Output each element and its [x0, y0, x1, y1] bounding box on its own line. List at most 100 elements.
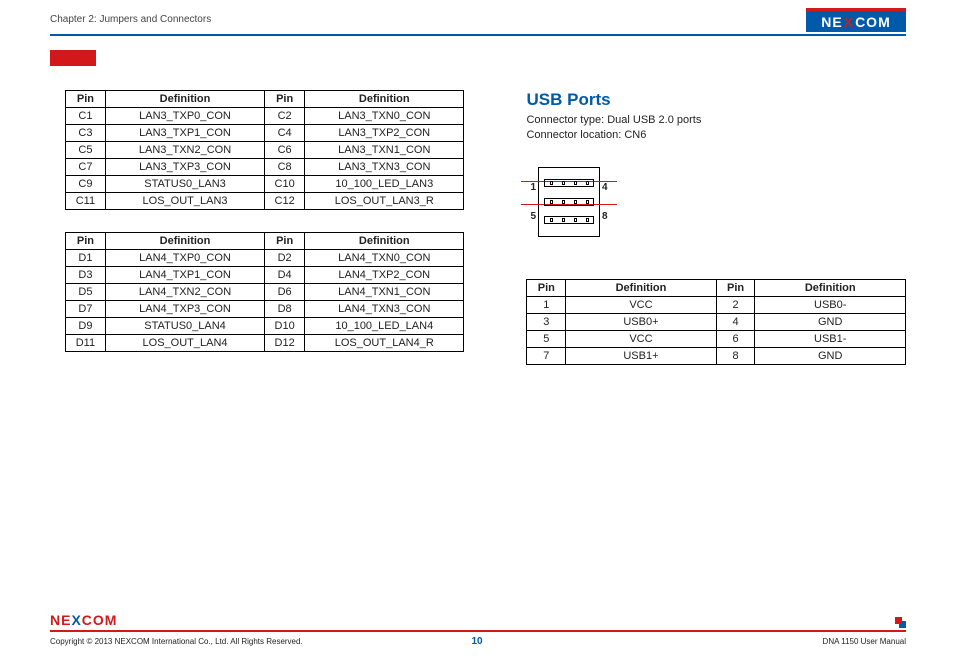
definition-cell: LAN3_TXN1_CON: [305, 142, 464, 159]
definition-cell: LAN3_TXP2_CON: [305, 125, 464, 142]
table-header: Definition: [305, 91, 464, 108]
table-header: Definition: [566, 279, 717, 296]
table-row: D11LOS_OUT_LAN4D12LOS_OUT_LAN4_R: [66, 335, 464, 352]
table-row: D3LAN4_TXP1_COND4LAN4_TXP2_CON: [66, 267, 464, 284]
pin-cell: C9: [66, 176, 106, 193]
brand-logo-x-icon: X: [71, 612, 81, 628]
pin-table-usb: PinDefinitionPinDefinition1VCC2USB0-3USB…: [526, 279, 906, 365]
definition-cell: LAN3_TXP1_CON: [105, 125, 264, 142]
definition-cell: LOS_OUT_LAN4: [105, 335, 264, 352]
diagram-pin-label: 8: [602, 211, 608, 222]
table-row: 3USB0+4GND: [527, 313, 906, 330]
definition-cell: GND: [755, 347, 906, 364]
pin-cell: 3: [527, 313, 566, 330]
table-header: Pin: [66, 233, 106, 250]
table-row: 7USB1+8GND: [527, 347, 906, 364]
definition-cell: LOS_OUT_LAN3: [105, 193, 264, 210]
usb-ports-title: USB Ports: [526, 90, 906, 110]
definition-cell: VCC: [566, 330, 717, 347]
pin-cell: 1: [527, 296, 566, 313]
pin-cell: D7: [66, 301, 106, 318]
definition-cell: LAN3_TXP0_CON: [105, 108, 264, 125]
table-row: C11LOS_OUT_LAN3C12LOS_OUT_LAN3_R: [66, 193, 464, 210]
definition-cell: LAN4_TXP1_CON: [105, 267, 264, 284]
usb-connector-type: Connector type: Dual USB 2.0 ports: [526, 113, 906, 128]
diagram-pin-label: 5: [530, 211, 536, 222]
usb-connector-location: Connector location: CN6: [526, 128, 906, 143]
brand-logo-x-icon: X: [844, 14, 854, 30]
pin-cell: C12: [265, 193, 305, 210]
header-rule: [50, 34, 906, 36]
pin-cell: 2: [716, 296, 755, 313]
definition-cell: STATUS0_LAN3: [105, 176, 264, 193]
brand-logo-post: COM: [82, 612, 118, 628]
pin-cell: C8: [265, 159, 305, 176]
brand-logo-pre: NE: [50, 612, 71, 628]
pin-cell: 8: [716, 347, 755, 364]
table-header: Definition: [755, 279, 906, 296]
pin-cell: D12: [265, 335, 305, 352]
definition-cell: 10_100_LED_LAN4: [305, 318, 464, 335]
table-row: D1LAN4_TXP0_COND2LAN4_TXN0_CON: [66, 250, 464, 267]
pin-cell: C6: [265, 142, 305, 159]
usb-connector-diagram: 1 5 4 8: [530, 167, 906, 237]
table-header: Definition: [105, 91, 264, 108]
definition-cell: LAN4_TXP0_CON: [105, 250, 264, 267]
pin-cell: D9: [66, 318, 106, 335]
table-row: 5VCC6USB1-: [527, 330, 906, 347]
definition-cell: LAN4_TXN3_CON: [305, 301, 464, 318]
pin-cell: D2: [265, 250, 305, 267]
chapter-heading: Chapter 2: Jumpers and Connectors: [50, 14, 211, 25]
pin-cell: C7: [66, 159, 106, 176]
pin-cell: C3: [66, 125, 106, 142]
table-header: Definition: [105, 233, 264, 250]
page-number: 10: [0, 636, 954, 647]
definition-cell: USB1+: [566, 347, 717, 364]
pin-cell: D6: [265, 284, 305, 301]
brand-logo-post: COM: [855, 14, 891, 30]
pin-cell: 7: [527, 347, 566, 364]
usb-connector-body-icon: [538, 167, 600, 237]
pin-cell: C4: [265, 125, 305, 142]
footer-rule: [50, 630, 906, 632]
pin-cell: C1: [66, 108, 106, 125]
definition-cell: LAN3_TXN3_CON: [305, 159, 464, 176]
table-header: Pin: [265, 233, 305, 250]
pin-cell: C11: [66, 193, 106, 210]
pin-table-c: PinDefinitionPinDefinitionC1LAN3_TXP0_CO…: [65, 90, 464, 210]
definition-cell: GND: [755, 313, 906, 330]
table-row: C3LAN3_TXP1_CONC4LAN3_TXP2_CON: [66, 125, 464, 142]
pin-cell: C5: [66, 142, 106, 159]
brand-logo-top: NE X COM: [806, 8, 906, 32]
definition-cell: LAN3_TXN0_CON: [305, 108, 464, 125]
table-header: Definition: [305, 233, 464, 250]
definition-cell: VCC: [566, 296, 717, 313]
definition-cell: LAN4_TXP3_CON: [105, 301, 264, 318]
manual-name: DNA 1150 User Manual: [823, 637, 906, 646]
pin-cell: D5: [66, 284, 106, 301]
table-header: Pin: [66, 91, 106, 108]
definition-cell: LOS_OUT_LAN3_R: [305, 193, 464, 210]
brand-logo-pre: NE: [821, 14, 842, 30]
definition-cell: USB0-: [755, 296, 906, 313]
pin-cell: D8: [265, 301, 305, 318]
table-header: Pin: [265, 91, 305, 108]
table-row: C1LAN3_TXP0_CONC2LAN3_TXN0_CON: [66, 108, 464, 125]
pin-cell: C2: [265, 108, 305, 125]
table-header: Pin: [527, 279, 566, 296]
pin-cell: 6: [716, 330, 755, 347]
table-row: 1VCC2USB0-: [527, 296, 906, 313]
table-row: D5LAN4_TXN2_COND6LAN4_TXN1_CON: [66, 284, 464, 301]
definition-cell: LAN4_TXP2_CON: [305, 267, 464, 284]
table-row: D7LAN4_TXP3_COND8LAN4_TXN3_CON: [66, 301, 464, 318]
definition-cell: USB0+: [566, 313, 717, 330]
definition-cell: LAN3_TXN2_CON: [105, 142, 264, 159]
definition-cell: LAN4_TXN2_CON: [105, 284, 264, 301]
diagram-pin-label: 4: [602, 182, 608, 193]
table-row: D9STATUS0_LAN4D1010_100_LED_LAN4: [66, 318, 464, 335]
definition-cell: LAN4_TXN1_CON: [305, 284, 464, 301]
table-row: C7LAN3_TXP3_CONC8LAN3_TXN3_CON: [66, 159, 464, 176]
definition-cell: LOS_OUT_LAN4_R: [305, 335, 464, 352]
footer-squares-icon: [892, 616, 906, 628]
pin-cell: D10: [265, 318, 305, 335]
